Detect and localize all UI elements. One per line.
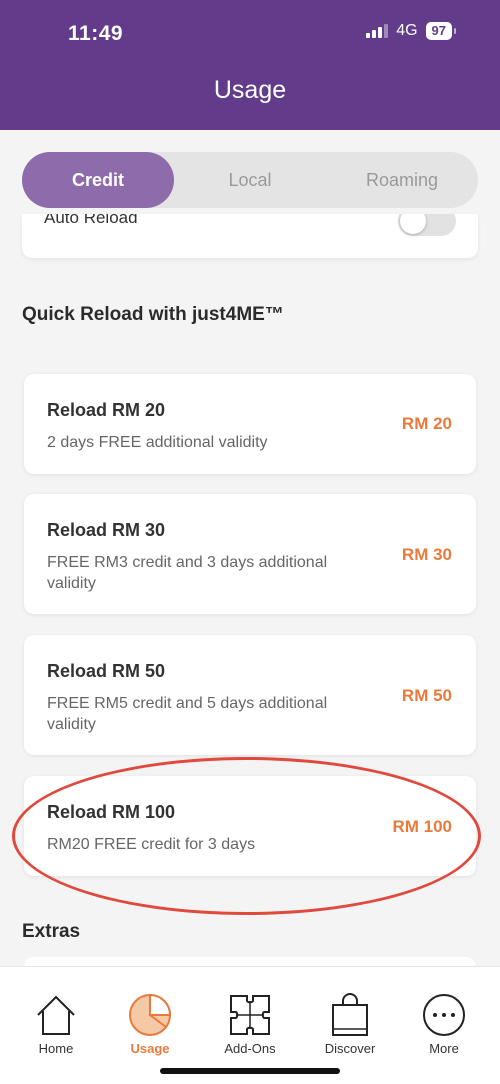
reload-item-title: Reload RM 20 xyxy=(47,400,166,420)
nav-label: More xyxy=(429,1041,459,1056)
reload-item-price: RM 30 xyxy=(401,545,452,564)
signal-icon xyxy=(366,24,389,38)
reload-item-description: 2 days FREE additional validity xyxy=(47,434,268,451)
tab-roaming[interactable]: Roaming xyxy=(326,152,478,208)
nav-more[interactable]: More xyxy=(404,993,484,1056)
tab-credit[interactable]: Credit xyxy=(22,152,174,208)
extras-title: Extras xyxy=(22,921,81,942)
auto-reload-card: Auto Reload xyxy=(22,214,478,258)
puzzle-icon xyxy=(230,995,270,1035)
nav-label: Home xyxy=(38,1041,74,1056)
nav-add-ons[interactable]: Add-Ons xyxy=(210,993,290,1056)
toggle-knob xyxy=(400,214,426,234)
nav-usage[interactable]: Usage xyxy=(110,993,190,1056)
quick-reload-title: Quick Reload with just4ME™ xyxy=(22,304,284,325)
reload-item-title: Reload RM 100 xyxy=(47,802,176,822)
page-title: Usage xyxy=(213,76,287,104)
nav-label: Usage xyxy=(130,1041,170,1056)
usage-tabs: Credit Local Roaming xyxy=(22,152,478,208)
pie-chart-icon xyxy=(129,993,172,1036)
network-type: 4G xyxy=(396,22,418,39)
auto-reload-label: Auto Reload xyxy=(44,214,138,227)
nav-label: Discover xyxy=(324,1041,376,1056)
more-icon xyxy=(423,994,465,1036)
reload-item-price: RM 50 xyxy=(401,686,452,705)
tab-local[interactable]: Local xyxy=(174,152,326,208)
reload-item-description: RM20 FREE credit for 3 days xyxy=(47,836,256,853)
reload-item-rm30[interactable]: Reload RM 30 FREE RM3 credit and 3 days … xyxy=(24,494,476,614)
battery-level: 97 xyxy=(425,22,452,40)
nav-discover[interactable]: Discover xyxy=(310,993,390,1056)
reload-item-rm50[interactable]: Reload RM 50 FREE RM5 credit and 5 days … xyxy=(24,635,476,755)
nav-label: Add-Ons xyxy=(224,1041,276,1056)
reload-item-title: Reload RM 30 xyxy=(47,520,166,540)
reload-item-price: RM 100 xyxy=(392,817,452,836)
battery-icon: 97 xyxy=(425,22,456,40)
reload-item-description: FREE RM3 credit and 3 days additional va… xyxy=(47,554,328,592)
reload-item-rm20[interactable]: Reload RM 20 2 days FREE additional vali… xyxy=(24,374,476,474)
auto-reload-toggle[interactable] xyxy=(398,214,456,236)
status-indicators: 4G 97 xyxy=(366,22,456,40)
app-header: 11:49 4G 97 Usage xyxy=(0,0,500,130)
reload-item-rm100[interactable]: Reload RM 100 RM20 FREE credit for 3 day… xyxy=(24,776,476,876)
home-icon xyxy=(37,995,75,1035)
reload-item-title: Reload RM 50 xyxy=(47,661,166,681)
shopping-bag-icon xyxy=(332,993,368,1036)
reload-item-description: FREE RM5 credit and 5 days additional va… xyxy=(47,695,328,733)
nav-home[interactable]: Home xyxy=(16,993,96,1056)
status-time: 11:49 xyxy=(68,22,124,45)
bottom-nav: Home Usage Add-Ons Discover More xyxy=(0,966,500,1084)
reload-item-price: RM 20 xyxy=(401,414,452,433)
home-indicator xyxy=(160,1068,340,1074)
